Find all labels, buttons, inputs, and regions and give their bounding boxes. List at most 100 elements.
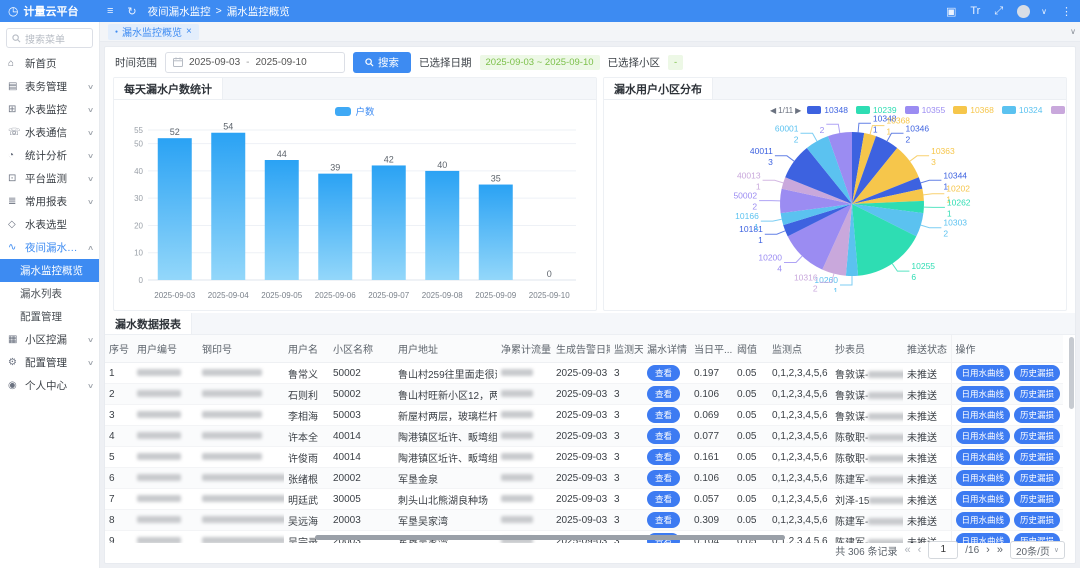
action-button-日用水曲线[interactable]: 日用水曲线 bbox=[956, 512, 1011, 528]
view-detail-button[interactable]: 查看 bbox=[647, 386, 680, 402]
sidebar-item-个人中心[interactable]: ◉个人中心∨ bbox=[0, 374, 99, 397]
horizontal-scrollbar[interactable] bbox=[315, 535, 785, 540]
svg-text:3: 3 bbox=[931, 157, 936, 167]
action-button-日用水曲线[interactable]: 日用水曲线 bbox=[956, 365, 1011, 381]
sidebar-item-统计分析[interactable]: ◔统计分析∨ bbox=[0, 144, 99, 167]
refresh-icon[interactable]: ↻ bbox=[127, 5, 136, 18]
action-button-日用水曲线[interactable]: 日用水曲线 bbox=[956, 428, 1011, 444]
vertical-scrollbar[interactable] bbox=[1069, 337, 1074, 409]
table-row[interactable]: 8吴远海20003军垦吴家湾2025-09-033查看0.3090.050,1,… bbox=[105, 510, 1063, 531]
breadcrumb-parent[interactable]: 夜间漏水监控 bbox=[148, 4, 211, 19]
table-row[interactable]: 2石则利50002鲁山村旺新小区12，两层2025-09-033查看0.1060… bbox=[105, 384, 1063, 405]
action-button-日用水曲线[interactable]: 日用水曲线 bbox=[956, 491, 1011, 507]
table-row[interactable]: 6张绪根20002军垦金泉2025-09-033查看0.1060.050,1,2… bbox=[105, 468, 1063, 489]
sidebar-item-新首页[interactable]: ⌂新首页 bbox=[0, 52, 99, 75]
pie-chart-legend[interactable]: ◀1/11▶ 103481023910355103681032410365103 bbox=[770, 103, 1066, 117]
sidebar-item-配置管理[interactable]: ⚙配置管理∨ bbox=[0, 351, 99, 374]
table-row[interactable]: 1鲁常义50002鲁山村259往里面走很远2025-09-033查看0.1970… bbox=[105, 363, 1063, 384]
sidebar-item-水表通信[interactable]: ☏水表通信∨ bbox=[0, 121, 99, 144]
table-row[interactable]: 7明廷武30005刺头山北熊湖良种场2025-09-033查看0.0570.05… bbox=[105, 489, 1063, 510]
sidebar-item-漏水监控概览[interactable]: 漏水监控概览 bbox=[0, 259, 99, 282]
column-header-漏水详情: 漏水详情 bbox=[643, 335, 690, 363]
date-range-input[interactable]: 2025-09-03 - 2025-09-10 bbox=[165, 52, 345, 73]
svg-text:2: 2 bbox=[752, 202, 757, 212]
user-avatar[interactable] bbox=[1017, 5, 1030, 18]
next-page-button[interactable]: › bbox=[986, 544, 990, 556]
svg-text:44: 44 bbox=[277, 149, 287, 159]
view-detail-button[interactable]: 查看 bbox=[647, 512, 680, 528]
screenshot-icon[interactable]: ▣ bbox=[946, 5, 956, 18]
bar-chart-legend[interactable]: 户数 bbox=[114, 100, 596, 118]
action-button-日用水曲线[interactable]: 日用水曲线 bbox=[956, 470, 1011, 486]
column-header-阈值: 阈值 bbox=[733, 335, 768, 363]
table-row[interactable]: 5许俊雨40014陶港镇区坵许、畈塆组2025-09-033查看0.1610.0… bbox=[105, 447, 1063, 468]
legend-next-icon[interactable]: ▶ bbox=[795, 106, 801, 115]
page-number-input[interactable]: 1 bbox=[928, 541, 958, 559]
sidebar-item-水表选型[interactable]: ◇水表选型 bbox=[0, 213, 99, 236]
pie-legend-item[interactable]: 10324 bbox=[1002, 105, 1043, 115]
pie-legend-item[interactable]: 10348 bbox=[807, 105, 848, 115]
chevron-down-icon: ∨ bbox=[87, 83, 94, 91]
sidebar-item-平台监测[interactable]: ⊡平台监测∨ bbox=[0, 167, 99, 190]
first-page-button[interactable]: « bbox=[904, 544, 910, 556]
pie-legend-item[interactable]: 10355 bbox=[905, 105, 946, 115]
table-row[interactable]: 3李相海50003新屋村两层，玻璃栏杆2025-09-033查看0.0690.0… bbox=[105, 405, 1063, 426]
search-button-label: 搜索 bbox=[378, 55, 399, 70]
svg-text:10346: 10346 bbox=[906, 123, 930, 133]
pie-legend-item[interactable]: 10239 bbox=[856, 105, 897, 115]
prev-page-button[interactable]: ‹ bbox=[918, 544, 922, 556]
svg-text:52: 52 bbox=[170, 127, 180, 137]
action-button-历史漏损[interactable]: 历史漏损 bbox=[1014, 428, 1060, 444]
svg-text:10255: 10255 bbox=[911, 261, 935, 271]
action-button-历史漏损[interactable]: 历史漏损 bbox=[1014, 470, 1060, 486]
translate-icon[interactable]: Tr bbox=[970, 5, 980, 17]
svg-text:50002: 50002 bbox=[733, 191, 757, 201]
view-detail-button[interactable]: 查看 bbox=[647, 365, 680, 381]
user-menu-caret-icon[interactable]: ∨ bbox=[1041, 7, 1047, 16]
svg-text:4: 4 bbox=[777, 264, 782, 274]
sidebar-item-水表监控[interactable]: ⊞水表监控∨ bbox=[0, 98, 99, 121]
legend-prev-icon[interactable]: ◀ bbox=[770, 106, 776, 115]
table-row[interactable]: 4许本全40014陶港镇区坵许、畈塆组2025-09-033查看0.0770.0… bbox=[105, 426, 1063, 447]
sidebar-collapse-icon[interactable]: ≡ bbox=[107, 5, 113, 17]
view-detail-button[interactable]: 查看 bbox=[647, 449, 680, 465]
tab-leak-overview[interactable]: ● 漏水监控概览 × bbox=[108, 24, 199, 40]
sidebar-item-常用报表[interactable]: ≣常用报表∨ bbox=[0, 190, 99, 213]
view-detail-button[interactable]: 查看 bbox=[647, 407, 680, 423]
svg-text:54: 54 bbox=[223, 122, 233, 132]
action-button-历史漏损[interactable]: 历史漏损 bbox=[1014, 365, 1060, 381]
pie-legend-item[interactable]: 10368 bbox=[953, 105, 994, 115]
redacted-value bbox=[202, 390, 262, 397]
action-button-历史漏损[interactable]: 历史漏损 bbox=[1014, 491, 1060, 507]
date-end-value[interactable]: 2025-09-10 bbox=[256, 57, 307, 68]
action-button-历史漏损[interactable]: 历史漏损 bbox=[1014, 386, 1060, 402]
svg-text:10262: 10262 bbox=[947, 197, 971, 207]
action-button-历史漏损[interactable]: 历史漏损 bbox=[1014, 512, 1060, 528]
search-button[interactable]: 搜索 bbox=[353, 52, 411, 73]
view-detail-button[interactable]: 查看 bbox=[647, 491, 680, 507]
breadcrumb: 夜间漏水监控 > 漏水监控概览 bbox=[148, 4, 290, 19]
fullscreen-icon[interactable]: ⤢ bbox=[994, 5, 1003, 18]
tabbar-caret-icon[interactable]: ∨ bbox=[1070, 27, 1076, 36]
page-size-select[interactable]: 20条/页∨ bbox=[1010, 541, 1065, 559]
pie-legend-item[interactable]: 10365 bbox=[1051, 105, 1067, 115]
action-button-日用水曲线[interactable]: 日用水曲线 bbox=[956, 449, 1011, 465]
sidebar-item-配置管理[interactable]: 配置管理 bbox=[0, 305, 99, 328]
more-menu-icon[interactable]: ⋮ bbox=[1061, 5, 1072, 18]
last-page-button[interactable]: » bbox=[997, 544, 1003, 556]
action-button-历史漏损[interactable]: 历史漏损 bbox=[1014, 449, 1060, 465]
action-button-日用水曲线[interactable]: 日用水曲线 bbox=[956, 386, 1011, 402]
action-button-日用水曲线[interactable]: 日用水曲线 bbox=[956, 407, 1011, 423]
redacted-value bbox=[137, 453, 181, 460]
sidebar-item-表务管理[interactable]: ▤表务管理∨ bbox=[0, 75, 99, 98]
action-button-历史漏损[interactable]: 历史漏损 bbox=[1014, 407, 1060, 423]
menu-search-input[interactable]: 搜索菜单 bbox=[6, 28, 93, 48]
date-start-value[interactable]: 2025-09-03 bbox=[189, 57, 240, 68]
tab-close-icon[interactable]: × bbox=[186, 26, 192, 37]
sidebar-item-夜间漏水监控[interactable]: ∿夜间漏水监控∧ bbox=[0, 236, 99, 259]
sidebar-item-小区控漏[interactable]: ▦小区控漏∨ bbox=[0, 328, 99, 351]
sidebar-item-漏水列表[interactable]: 漏水列表 bbox=[0, 282, 99, 305]
view-detail-button[interactable]: 查看 bbox=[647, 428, 680, 444]
view-detail-button[interactable]: 查看 bbox=[647, 470, 680, 486]
table-title: 漏水数据报表 bbox=[105, 313, 192, 334]
